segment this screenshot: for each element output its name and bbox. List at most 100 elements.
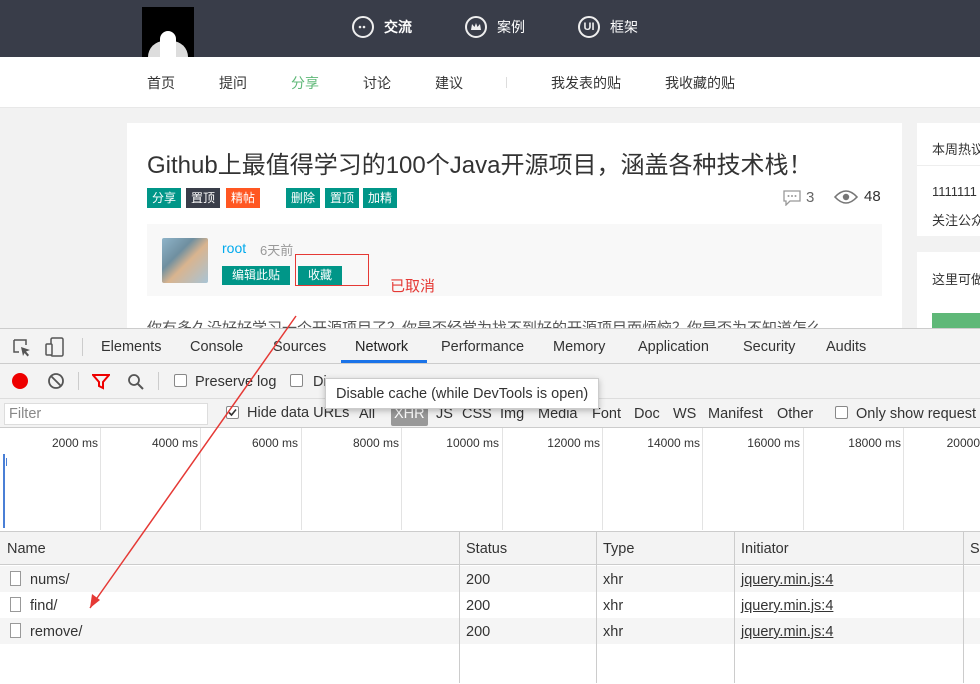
sidebar-hot-item[interactable]: 关注公众 [932, 210, 980, 229]
request-initiator-link[interactable]: jquery.min.js:4 [741, 624, 833, 640]
eye-icon [834, 189, 858, 204]
topnav-label: 框架 [610, 19, 638, 35]
subnav-suggest[interactable]: 建议 [435, 73, 463, 93]
request-type: xhr [603, 624, 624, 640]
timeline-request-bar [6, 458, 7, 466]
topnav-label: 案例 [497, 19, 525, 35]
type-filter-ws[interactable]: WS [673, 406, 696, 422]
tab-memory[interactable]: Memory [553, 339, 605, 355]
timeline-tick: 20000 [946, 436, 980, 450]
inspect-element-icon[interactable] [12, 338, 32, 358]
column-divider [963, 532, 964, 683]
subnav-my-posts[interactable]: 我发表的贴 [551, 73, 621, 93]
avatar[interactable] [162, 238, 208, 283]
tab-network[interactable]: Network [355, 339, 408, 355]
only-show-checkbox[interactable] [835, 406, 848, 419]
delete-button[interactable]: 删除 [286, 188, 321, 208]
request-status: 200 [466, 598, 491, 614]
view-count-value: 48 [864, 188, 881, 205]
site-logo[interactable] [142, 7, 194, 57]
subnav-home[interactable]: 首页 [147, 73, 175, 93]
file-icon [10, 597, 21, 612]
request-status: 200 [466, 624, 491, 640]
column-divider [596, 532, 597, 683]
tab-audits[interactable]: Audits [826, 339, 866, 355]
type-filter-manifest[interactable]: Manifest [708, 406, 763, 422]
subnav-discuss[interactable]: 讨论 [363, 73, 391, 93]
comment-count-value: 3 [806, 189, 815, 206]
record-icon[interactable] [12, 373, 28, 389]
subnav-share[interactable]: 分享 [291, 73, 319, 93]
topnav-item-community[interactable]: 交流 [352, 14, 412, 40]
topnav-item-framework[interactable]: UI 框架 [578, 14, 638, 40]
request-name[interactable]: find/ [30, 598, 57, 614]
sidebar-green-button[interactable] [932, 313, 980, 328]
tab-application[interactable]: Application [638, 339, 709, 355]
column-initiator[interactable]: Initiator [741, 541, 789, 557]
clear-icon[interactable] [47, 372, 65, 390]
timeline-tick: 18000 ms [848, 436, 901, 450]
feature-button[interactable]: 加精 [363, 188, 398, 208]
author-info-box [147, 224, 882, 296]
annotation-cancelled-text: 已取消 [390, 278, 436, 295]
pin-button[interactable]: 置顶 [325, 188, 360, 208]
timeline-gridline [502, 428, 503, 530]
request-name[interactable]: nums/ [30, 572, 70, 588]
timeline-tick: 14000 ms [647, 436, 700, 450]
column-divider [459, 532, 460, 683]
sidebar-ad-title: 这里可做 [932, 272, 980, 287]
timeline-request-bar [3, 454, 5, 528]
file-icon [10, 623, 21, 638]
type-filter-other[interactable]: Other [777, 406, 813, 422]
annotation-highlight-box [295, 254, 369, 286]
timeline-gridline [803, 428, 804, 530]
subnav-divider [506, 77, 507, 88]
sidebar-divider [917, 165, 980, 166]
request-type: xhr [603, 572, 624, 588]
chat-icon [352, 16, 374, 38]
column-divider [734, 532, 735, 683]
sidebar-hot-item[interactable]: 1111111 [932, 184, 977, 199]
type-filter-doc[interactable]: Doc [634, 406, 660, 422]
view-count: 48 [834, 188, 881, 205]
timeline-gridline [401, 428, 402, 530]
tab-performance[interactable]: Performance [441, 339, 524, 355]
tag-pinned: 置顶 [186, 188, 221, 208]
annotation-arrow [89, 315, 297, 609]
subnav-questions[interactable]: 提问 [219, 73, 247, 93]
request-status: 200 [466, 572, 491, 588]
timeline-tick: 12000 ms [547, 436, 600, 450]
post-time: 6天前 [260, 243, 294, 258]
author-name[interactable]: root [222, 240, 246, 256]
column-type[interactable]: Type [603, 541, 634, 557]
sidebar-hot-title: 本周热议 [932, 142, 980, 157]
timeline-gridline [602, 428, 603, 530]
column-size[interactable]: Si [970, 541, 980, 557]
crown-icon [465, 16, 487, 38]
article-title: Github上最值得学习的100个Java开源项目，涵盖各种技术栈！ [147, 152, 813, 179]
tag-featured: 精帖 [226, 188, 261, 208]
edit-post-button[interactable]: 编辑此贴 [222, 266, 291, 285]
ui-icon: UI [578, 16, 600, 38]
column-name[interactable]: Name [7, 541, 46, 557]
timeline-tick: 16000 ms [747, 436, 800, 450]
timeline-gridline [702, 428, 703, 530]
disable-cache-tooltip: Disable cache (while DevTools is open) [325, 378, 599, 409]
tab-security[interactable]: Security [743, 339, 795, 355]
topnav-label: 交流 [384, 19, 412, 35]
timeline-tick: 10000 ms [446, 436, 499, 450]
request-name[interactable]: remove/ [30, 624, 82, 640]
column-status[interactable]: Status [466, 541, 507, 557]
request-type: xhr [603, 598, 624, 614]
file-icon [10, 571, 21, 586]
only-show-label: Only show request [856, 406, 977, 422]
topnav-item-cases[interactable]: 案例 [465, 14, 525, 40]
active-tab-indicator [341, 360, 427, 363]
comment-count: 3 [783, 189, 814, 206]
subnav-my-favorites[interactable]: 我收藏的贴 [665, 73, 735, 93]
request-initiator-link[interactable]: jquery.min.js:4 [741, 572, 833, 588]
comment-icon [783, 189, 801, 206]
request-initiator-link[interactable]: jquery.min.js:4 [741, 598, 833, 614]
device-toolbar-icon[interactable] [44, 337, 66, 357]
tag-share: 分享 [147, 188, 182, 208]
